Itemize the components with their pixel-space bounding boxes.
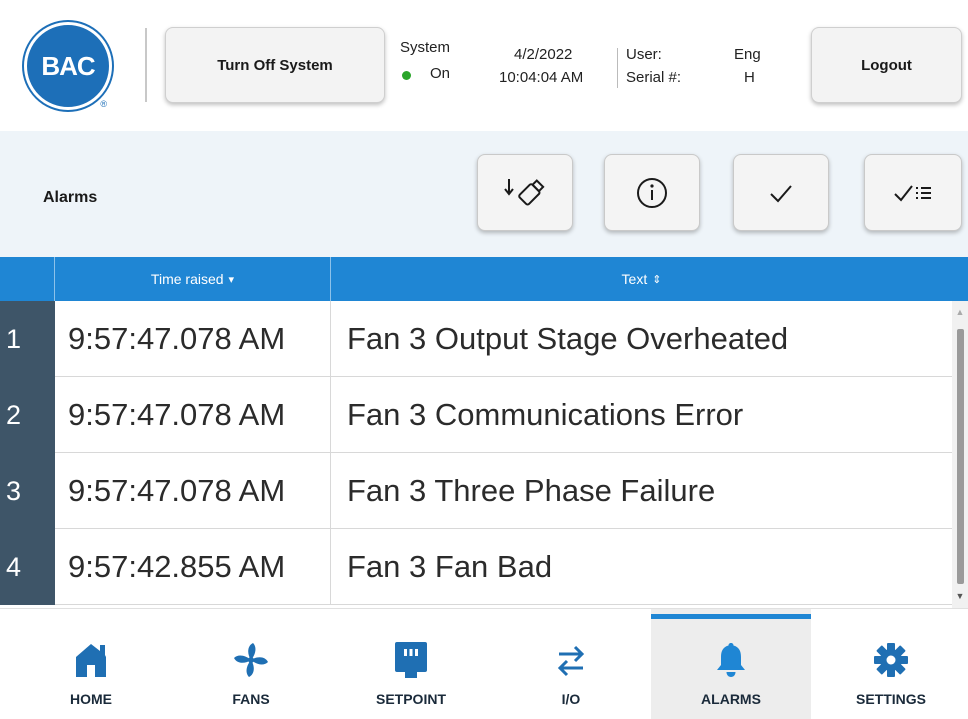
user-value: Eng — [734, 46, 761, 63]
alarm-text: Fan 3 Communications Error — [347, 397, 744, 432]
table-row[interactable]: 4 9:57:42.855 AM Fan 3 Fan Bad — [0, 529, 952, 605]
logout-button[interactable]: Logout — [811, 27, 962, 103]
nav-item-home[interactable]: HOME — [11, 609, 171, 719]
text-column-header[interactable]: Text ⇕ — [331, 257, 952, 301]
checkmark-icon — [770, 184, 792, 202]
checklist-icon — [894, 184, 931, 202]
nav-label-fans: FANS — [232, 691, 270, 707]
acknowledge-all-button[interactable] — [864, 154, 962, 231]
nav-label-home: HOME — [70, 691, 112, 707]
alarm-time: 9:57:47.078 AM — [55, 377, 331, 453]
acknowledge-button[interactable] — [733, 154, 829, 231]
alarms-toolbar: Alarms — [0, 131, 968, 257]
page-title: Alarms — [43, 189, 98, 206]
nav-item-fans[interactable]: FANS — [171, 609, 331, 719]
nav-label-settings: SETTINGS — [855, 691, 926, 707]
info-icon — [637, 177, 667, 208]
turn-off-system-button[interactable]: Turn Off System — [165, 27, 385, 103]
alarms-table: Time raised ▾ Text ⇕ 1 9:57:47.078 AM Fa… — [0, 257, 968, 608]
nav-label-setpoint: SETPOINT — [375, 691, 446, 707]
row-number: 3 — [0, 453, 55, 529]
table-header: Time raised ▾ Text ⇕ — [0, 257, 968, 301]
gear-icon — [811, 639, 968, 681]
setpoint-icon — [331, 639, 491, 681]
alarm-time: 9:57:42.855 AM — [55, 529, 331, 605]
nav-item-settings[interactable]: SETTINGS — [811, 609, 968, 719]
scroll-thumb[interactable] — [957, 329, 964, 584]
system-label: System — [400, 39, 451, 56]
table-row[interactable]: 1 9:57:47.078 AM Fan 3 Output Stage Over… — [0, 301, 952, 377]
serial-value: H — [744, 69, 755, 86]
text-column-label: Text — [621, 271, 648, 287]
export-usb-icon — [504, 178, 545, 205]
registered-mark: ® — [100, 99, 107, 109]
fan-icon — [171, 639, 331, 681]
serial-label: Serial #: — [626, 69, 682, 86]
row-number: 2 — [0, 377, 55, 453]
current-time: 10:04:04 AM — [499, 69, 584, 86]
info-button[interactable] — [604, 154, 700, 231]
alarm-time: 9:57:47.078 AM — [55, 453, 331, 529]
row-number: 1 — [0, 301, 55, 377]
alarm-time: 9:57:47.078 AM — [55, 301, 331, 377]
scroll-up-icon[interactable]: ▲ — [952, 307, 968, 317]
home-icon — [11, 639, 171, 681]
bottom-nav: HOME FANS SETPOINT I/O ALARMS SETTINGS — [0, 608, 968, 719]
alarm-text: Fan 3 Three Phase Failure — [347, 473, 716, 508]
user-label: User: — [626, 46, 662, 63]
system-state: On — [430, 65, 451, 82]
status-on-icon — [402, 71, 411, 80]
header-bar: BAC ® Turn Off System System On 4/2/2022… — [0, 0, 968, 131]
alarm-text: Fan 3 Fan Bad — [347, 549, 553, 584]
time-raised-column-header[interactable]: Time raised ▾ — [55, 257, 331, 301]
alarm-text: Fan 3 Output Stage Overheated — [347, 321, 789, 356]
logo-text: BAC — [41, 50, 95, 81]
current-date: 4/2/2022 — [514, 46, 573, 63]
nav-item-setpoint[interactable]: SETPOINT — [331, 609, 491, 719]
bac-logo: BAC ® — [24, 22, 112, 110]
scroll-down-icon[interactable]: ▼ — [952, 591, 968, 601]
nav-label-io: I/O — [561, 691, 581, 707]
table-scrollbar[interactable]: ▲ ▼ — [952, 301, 968, 608]
info-divider — [617, 48, 618, 88]
row-number-header — [0, 257, 55, 301]
sort-both-icon: ⇕ — [652, 273, 662, 286]
time-raised-label: Time raised — [150, 271, 224, 287]
export-usb-button[interactable] — [477, 154, 573, 231]
nav-label-alarms: ALARMS — [701, 691, 761, 707]
table-row[interactable]: 2 9:57:47.078 AM Fan 3 Communications Er… — [0, 377, 952, 453]
io-arrows-icon — [491, 639, 651, 681]
nav-item-alarms[interactable]: ALARMS — [651, 609, 811, 719]
nav-item-io[interactable]: I/O — [491, 609, 651, 719]
sort-desc-icon: ▾ — [228, 273, 235, 286]
header-divider — [145, 28, 147, 102]
row-number: 4 — [0, 529, 55, 605]
table-row[interactable]: 3 9:57:47.078 AM Fan 3 Three Phase Failu… — [0, 453, 952, 529]
bell-icon — [651, 639, 811, 681]
